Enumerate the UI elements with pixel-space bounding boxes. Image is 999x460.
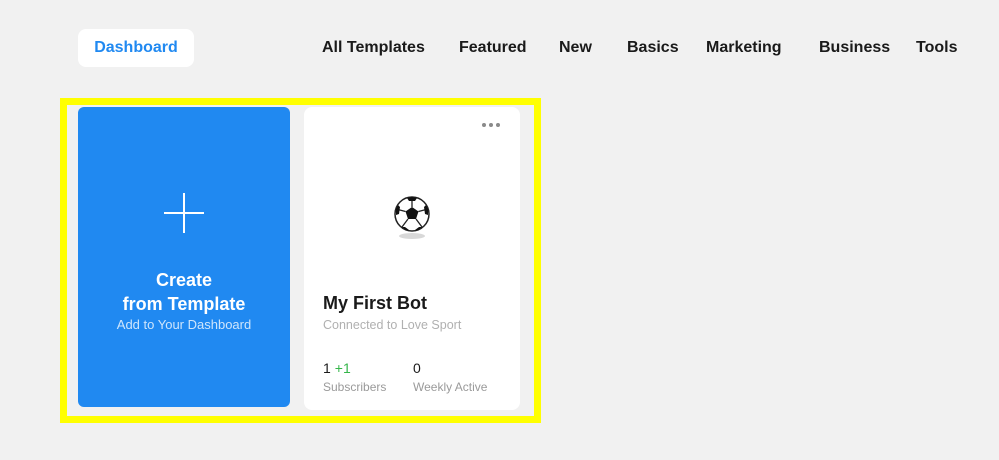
tab-marketing[interactable]: Marketing bbox=[706, 29, 782, 67]
soccer-ball-icon bbox=[394, 196, 430, 239]
weekly-active-label: Weekly Active bbox=[413, 380, 488, 394]
create-from-template-card[interactable]: Create from Template Add to Your Dashboa… bbox=[78, 107, 290, 407]
bot-connected-label: Connected to Love Sport bbox=[323, 318, 462, 332]
weekly-active-count: 0 bbox=[413, 360, 421, 376]
create-card-subtitle: Add to Your Dashboard bbox=[116, 317, 252, 332]
bot-card[interactable]: My First Bot Connected to Love Sport 1 +1… bbox=[304, 107, 520, 410]
tab-tools[interactable]: Tools bbox=[916, 29, 957, 67]
subscribers-stat: 1 +1 Subscribers bbox=[323, 360, 386, 394]
nav-tabs: All Templates Featured New Basics Market… bbox=[0, 29, 999, 67]
create-card-title-line2: from Template bbox=[122, 294, 246, 314]
subscribers-label: Subscribers bbox=[323, 380, 387, 394]
tab-featured[interactable]: Featured bbox=[459, 29, 527, 67]
bot-name[interactable]: My First Bot bbox=[323, 293, 427, 314]
more-horizontal-icon[interactable] bbox=[482, 123, 500, 127]
subscribers-delta: +1 bbox=[334, 360, 351, 376]
tab-basics[interactable]: Basics bbox=[627, 29, 679, 67]
create-card-title-line1: Create bbox=[155, 270, 213, 290]
weekly-active-stat: 0 Weekly Active bbox=[413, 360, 487, 394]
tab-all-templates[interactable]: All Templates bbox=[322, 29, 425, 67]
create-card-title: Create from Template bbox=[78, 268, 290, 316]
tab-business[interactable]: Business bbox=[819, 29, 890, 67]
tab-new[interactable]: New bbox=[559, 29, 592, 67]
subscribers-count: 1 bbox=[323, 360, 331, 376]
